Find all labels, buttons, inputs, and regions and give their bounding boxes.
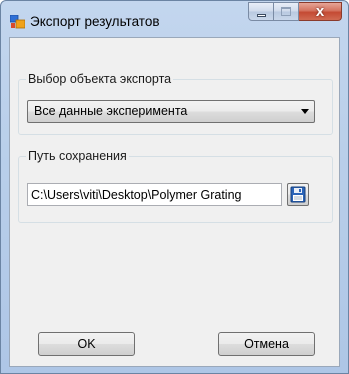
browse-save-button[interactable] bbox=[287, 183, 309, 206]
minimize-icon bbox=[257, 14, 266, 17]
export-dialog-window: Экспорт результатов x Выбор объекта эксп… bbox=[0, 0, 349, 374]
window-title: Экспорт результатов bbox=[30, 14, 160, 29]
minimize-button[interactable] bbox=[248, 2, 274, 21]
export-object-selected: Все данные эксперимента bbox=[34, 104, 188, 118]
maximize-icon bbox=[281, 7, 291, 16]
save-path-group: Путь сохранения bbox=[18, 149, 333, 223]
dialog-body: Выбор объекта экспорта Все данные экспер… bbox=[9, 37, 340, 367]
floppy-disk-icon bbox=[290, 186, 306, 203]
app-window-icon bbox=[10, 15, 25, 29]
save-path-label: Путь сохранения bbox=[26, 149, 129, 163]
ok-button[interactable]: OK bbox=[38, 332, 135, 356]
dropdown-arrow-icon bbox=[301, 109, 309, 114]
export-object-label: Выбор объекта экспорта bbox=[26, 72, 174, 86]
cancel-button[interactable]: Отмена bbox=[218, 332, 315, 356]
export-object-group: Выбор объекта экспорта Все данные экспер… bbox=[18, 72, 333, 135]
save-path-input[interactable] bbox=[27, 183, 282, 206]
title-bar[interactable]: Экспорт результатов x bbox=[1, 1, 348, 37]
export-object-combobox[interactable]: Все данные эксперимента bbox=[27, 100, 315, 123]
caption-buttons: x bbox=[248, 2, 342, 21]
close-icon: x bbox=[315, 3, 325, 20]
close-button[interactable]: x bbox=[299, 2, 342, 21]
maximize-button[interactable] bbox=[274, 2, 299, 21]
